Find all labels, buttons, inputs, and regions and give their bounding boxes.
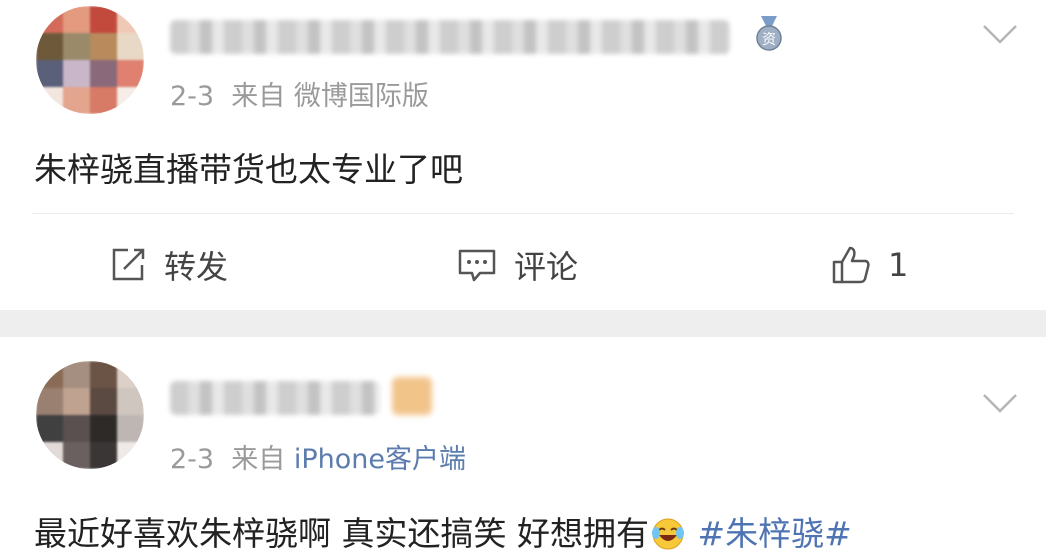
post-meta: 2-3 来自 微博国际版	[170, 74, 429, 113]
post-via: 来自	[231, 444, 286, 475]
medal-badge-icon: 资	[756, 16, 782, 51]
thumbs-up-icon	[832, 246, 870, 284]
chevron-down-icon[interactable]	[980, 391, 1020, 415]
username-blurred[interactable]	[170, 20, 730, 54]
svg-text:资: 资	[762, 32, 776, 48]
section-separator	[0, 310, 1046, 337]
chevron-down-icon[interactable]	[980, 22, 1020, 46]
like-count: 1	[888, 246, 909, 284]
comment-text: 最近好喜欢朱梓骁啊 真实还搞笑 好想拥有	[34, 514, 649, 553]
user-badge-blurred	[392, 377, 432, 415]
comment-label: 评论	[514, 248, 579, 286]
post-date: 2-3	[170, 444, 215, 475]
avatar[interactable]	[36, 361, 144, 469]
post-via: 来自	[231, 81, 286, 112]
post-source: 微博国际版	[293, 81, 429, 112]
repost-label: 转发	[164, 248, 229, 286]
divider	[32, 213, 1014, 214]
comment-icon	[458, 249, 496, 282]
like-button[interactable]: 1	[830, 240, 908, 290]
comment-text-line: 最近好喜欢朱梓骁啊 真实还搞笑 好想拥有 #朱梓骁#	[34, 507, 852, 555]
comment-button[interactable]: 评论	[456, 240, 578, 290]
post-meta: 2-3 来自 iPhone客户端	[170, 437, 466, 476]
repost-icon	[112, 248, 145, 281]
post-source-link[interactable]: iPhone客户端	[294, 444, 466, 475]
hashtag-link[interactable]: #朱梓骁#	[697, 514, 851, 553]
laughing-tears-emoji-icon	[651, 518, 684, 550]
comment-card-2: 2-3 来自 iPhone客户端 最近好喜欢朱梓骁啊 真实还搞笑 好想拥有 #朱…	[0, 337, 1046, 559]
post-date: 2-3	[170, 81, 215, 112]
comment-text: 朱梓骁直播带货也太专业了吧	[34, 150, 463, 189]
comment-card-1: 资 2-3 来自 微博国际版 朱梓骁直播带货也太专业了吧 转发 评论 1	[0, 0, 1046, 310]
avatar[interactable]	[36, 6, 144, 114]
username-blurred[interactable]	[170, 381, 380, 415]
repost-button[interactable]: 转发	[108, 240, 228, 290]
